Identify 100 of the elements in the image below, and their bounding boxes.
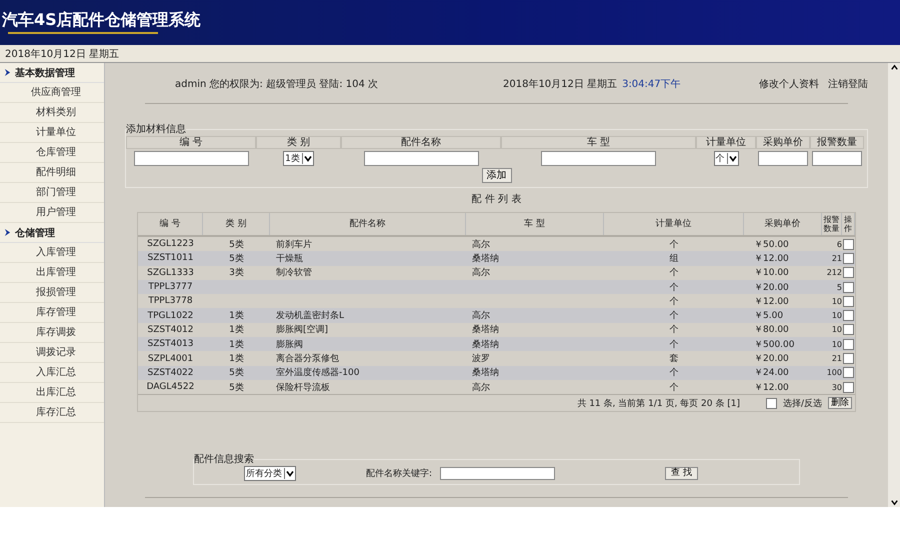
scroll-down-icon[interactable] (890, 498, 898, 507)
row-checkbox[interactable] (843, 267, 854, 278)
row-checkbox[interactable] (843, 324, 854, 336)
sidebar-item[interactable]: 入库管理 (0, 243, 104, 263)
row-checkbox[interactable] (843, 310, 854, 322)
sidebar-item[interactable]: 库存管理 (0, 303, 104, 323)
chevron-icon (4, 229, 11, 236)
column-header: 采购单价 (756, 136, 810, 149)
sidebar-item[interactable]: 用户管理 (0, 203, 104, 223)
table-cell: 波罗 (472, 354, 490, 364)
input-field[interactable] (758, 151, 808, 166)
table-cell: 个 (670, 296, 678, 307)
table-cell: 高尔 (472, 311, 490, 322)
table-cell: 前刹车片 (276, 240, 312, 250)
sidebar-item[interactable]: 供应商管理 (0, 83, 104, 103)
dropdown-arrow-icon (284, 468, 295, 479)
table-cell: 5类 (229, 240, 244, 250)
column-header: 类 别 (256, 136, 341, 149)
column-header: 报警数量 (810, 136, 864, 149)
date-text: 2018年10月12日 星期五 (5, 48, 120, 60)
row-checkbox[interactable] (843, 382, 854, 393)
unit-select[interactable]: 个 (714, 151, 738, 166)
table-cell: 5 (836, 282, 842, 292)
sidebar-item[interactable]: 出库管理 (0, 263, 104, 283)
table-cell: ￥20.00 (754, 282, 789, 293)
sidebar-item[interactable]: 库存调拨 (0, 323, 104, 343)
row-checkbox[interactable] (843, 282, 854, 293)
column-header: 配件名称 (270, 213, 466, 235)
app-title: 汽车4S店配件仓储管理系统 (2, 10, 201, 31)
table-cell: 1类 (229, 354, 244, 364)
input-field[interactable] (134, 151, 248, 166)
table-cell: SZGL1223 (147, 239, 194, 250)
sidebar-item[interactable]: 计量单位 (0, 123, 104, 143)
sidebar-item[interactable]: 报损管理 (0, 283, 104, 303)
table-cell: 桑塔纳 (472, 254, 499, 264)
table-cell: ￥12.00 (754, 382, 789, 393)
sidebar-item[interactable]: 配件明细 (0, 163, 104, 183)
table-cell: ￥80.00 (754, 325, 789, 336)
row-checkbox[interactable] (843, 338, 854, 350)
table-cell: SZST4022 (148, 368, 194, 378)
table-cell: ￥500.00 (754, 340, 794, 350)
table-cell: 10 (832, 340, 842, 349)
input-field[interactable] (541, 151, 656, 166)
column-header: 车 型 (466, 213, 604, 235)
table-cell: 发动机盖密封条L (276, 311, 344, 322)
table-cell: 个 (670, 340, 678, 350)
dropdown-arrow-icon (726, 153, 738, 164)
sidebar-group[interactable]: 基本数据管理 (0, 63, 104, 83)
table-cell: ￥12.00 (754, 254, 789, 264)
sidebar-item[interactable]: 材料类别 (0, 103, 104, 123)
table-cell: 桑塔纳 (472, 325, 499, 336)
scroll-up-icon[interactable] (890, 63, 898, 72)
input-field[interactable] (364, 151, 478, 166)
scrollbar[interactable] (888, 63, 900, 507)
table-cell: 1类 (229, 311, 244, 322)
table-cell: 21 (832, 354, 842, 364)
header-link[interactable]: 修改个人资料 (759, 77, 819, 91)
sidebar-group[interactable]: 仓储管理 (0, 223, 104, 243)
category-select[interactable]: 1类 (283, 151, 314, 166)
row-checkbox[interactable] (843, 353, 854, 364)
table-cell: 个 (670, 382, 678, 393)
sidebar-item[interactable]: 调拨记录 (0, 343, 104, 363)
table-cell: ￥12.00 (754, 296, 789, 307)
pagination-text: 共 11 条, 当前第 1/1 页, 每页 20 条 [1] (577, 398, 740, 410)
table-cell: DAGL4522 (146, 382, 194, 392)
table-cell: 套 (670, 354, 678, 364)
category-select[interactable]: 所有分类 (244, 466, 296, 481)
column-header: 编 号 (138, 213, 203, 235)
checkbox-label: 选择/反选 (782, 398, 822, 410)
sidebar-item[interactable]: 库存汇总 (0, 403, 104, 423)
sidebar-item[interactable]: 入库汇总 (0, 363, 104, 383)
row-checkbox[interactable] (843, 367, 854, 378)
add-button[interactable]: 添加 (482, 168, 512, 183)
table-cell: ￥10.00 (754, 268, 789, 278)
row-checkbox[interactable] (843, 252, 854, 264)
select-all-checkbox[interactable] (766, 398, 777, 409)
sidebar-item[interactable]: 出库汇总 (0, 383, 104, 403)
column-header: 车 型 (501, 136, 696, 149)
sidebar-item[interactable]: 仓库管理 (0, 143, 104, 163)
table-cell: 5类 (229, 254, 244, 264)
search-button[interactable]: 查 找 (665, 466, 698, 480)
table-cell: SZPL4001 (148, 354, 194, 364)
row-checkbox[interactable] (843, 296, 854, 307)
table-cell: 高尔 (472, 268, 490, 278)
form-legend: 配件信息搜索 (194, 452, 254, 466)
row-checkbox[interactable] (843, 238, 854, 250)
table-cell: 5类 (229, 368, 244, 378)
sidebar-item[interactable]: 部门管理 (0, 183, 104, 203)
dropdown-arrow-icon (302, 153, 313, 164)
column-header: 采购单价 (744, 213, 822, 235)
table-cell: TPGL1022 (148, 310, 194, 321)
table-cell: 6 (836, 240, 842, 249)
column-header: 计量单位 (604, 213, 744, 235)
header-link[interactable]: 注销登陆 (828, 77, 868, 91)
table-cell: 个 (670, 240, 678, 250)
keyword-field[interactable] (440, 466, 556, 480)
table-cell: 膨胀阀[空调] (276, 325, 328, 336)
input-field[interactable] (812, 151, 862, 166)
table-cell: 桑塔纳 (472, 340, 499, 350)
delete-button[interactable]: 删除 (828, 397, 852, 410)
